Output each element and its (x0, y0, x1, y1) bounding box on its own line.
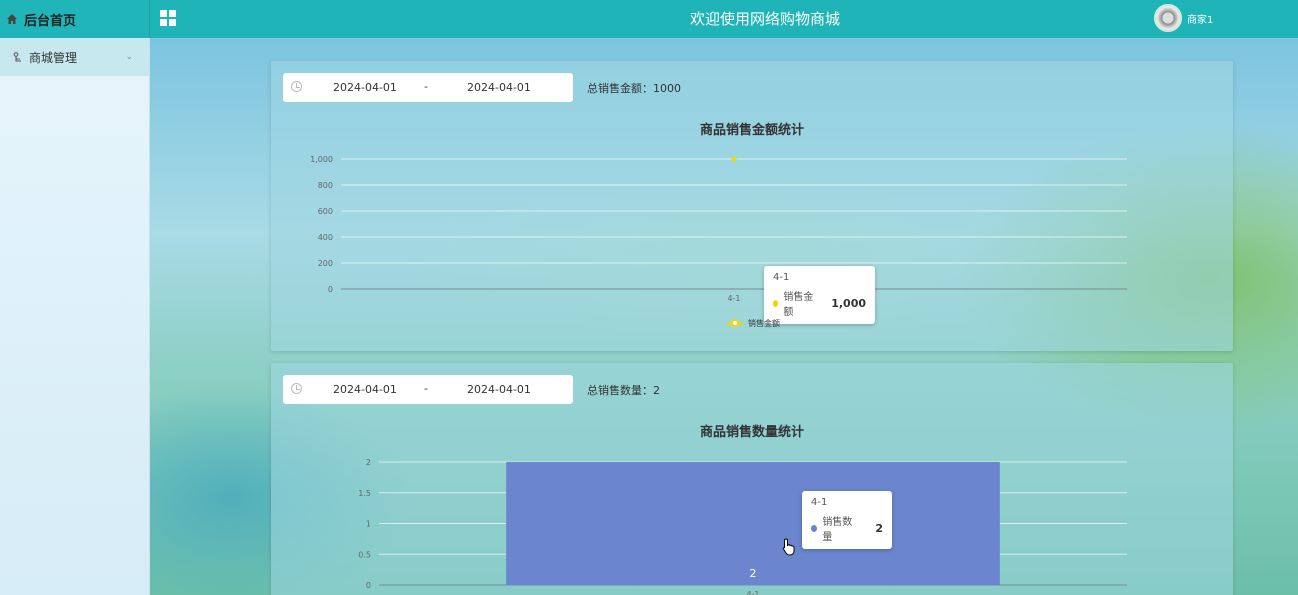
series-dot (811, 524, 818, 532)
sales-quantity-chart: 0 0.5 1 1.5 2 4-1 2 (358, 458, 1127, 595)
y-tick-label: 0 (328, 285, 333, 294)
chart-tooltip: 4-1 销售金额 1,000 (764, 266, 875, 324)
sales-quantity-panel: 2024-04-01 - 2024-04-01 总销售数量：2 商品销售数量统计… (271, 363, 1233, 595)
chart-tooltip: 4-1 销售数量 2 (802, 491, 892, 549)
main-content: 2024-04-01 - 2024-04-01 总销售金额：1000 商品销售金… (150, 38, 1298, 595)
y-tick-label: 800 (318, 181, 333, 190)
chart-legend[interactable]: 销售金额 (726, 318, 780, 329)
tooltip-series: 销售数量 (822, 517, 853, 543)
menu-toggle-icon[interactable] (160, 10, 176, 26)
y-tick-label: 1.5 (358, 489, 371, 498)
y-tick-label: 1,000 (310, 155, 333, 164)
tooltip-title: 4-1 (811, 497, 828, 508)
legend-marker-icon (726, 318, 744, 327)
user-name: 商家1 (1187, 14, 1214, 26)
sales-amount-panel: 2024-04-01 - 2024-04-01 总销售金额：1000 商品销售金… (271, 61, 1233, 351)
tooltip-title: 4-1 (773, 272, 790, 283)
sidebar: 商城管理 ⌄ (0, 38, 150, 595)
y-tick-label: 200 (318, 259, 333, 268)
user-menu[interactable]: 商家1 (1154, 4, 1213, 32)
sales-amount-chart: 0 200 400 600 800 1,000 4-1 (310, 155, 1127, 303)
y-tick-label: 400 (318, 233, 333, 242)
data-point (731, 156, 737, 162)
mouse-pointer-icon (782, 538, 795, 556)
series-dot (773, 299, 779, 307)
y-tick-label: 2 (366, 458, 371, 467)
data-label: 2 (750, 567, 757, 580)
tooltip-value: 2 (875, 521, 883, 535)
home-link[interactable]: 后台首页 (0, 0, 150, 38)
brand-label: 后台首页 (24, 13, 77, 29)
chevron-down-icon: ⌄ (125, 52, 133, 62)
top-bar: 后台首页 欢迎使用网络购物商城 商家1 (0, 0, 1298, 38)
home-icon (7, 14, 17, 24)
avatar[interactable] (1154, 4, 1182, 32)
tooltip-value: 1,000 (831, 296, 866, 310)
y-tick-label: 0.5 (358, 550, 371, 559)
y-tick-label: 600 (318, 207, 333, 216)
sidebar-item-mall-management[interactable]: 商城管理 ⌄ (0, 38, 149, 76)
org-icon (13, 51, 21, 61)
sidebar-item-label: 商城管理 (29, 50, 78, 65)
page-title: 欢迎使用网络购物商城 (689, 10, 840, 28)
y-tick-label: 0 (366, 581, 371, 590)
legend-label: 销售金额 (748, 319, 780, 328)
y-tick-label: 1 (366, 520, 371, 529)
x-tick-label: 4-1 (727, 294, 740, 303)
tooltip-series: 销售金额 (783, 292, 814, 318)
x-tick-label: 4-1 (746, 590, 759, 595)
